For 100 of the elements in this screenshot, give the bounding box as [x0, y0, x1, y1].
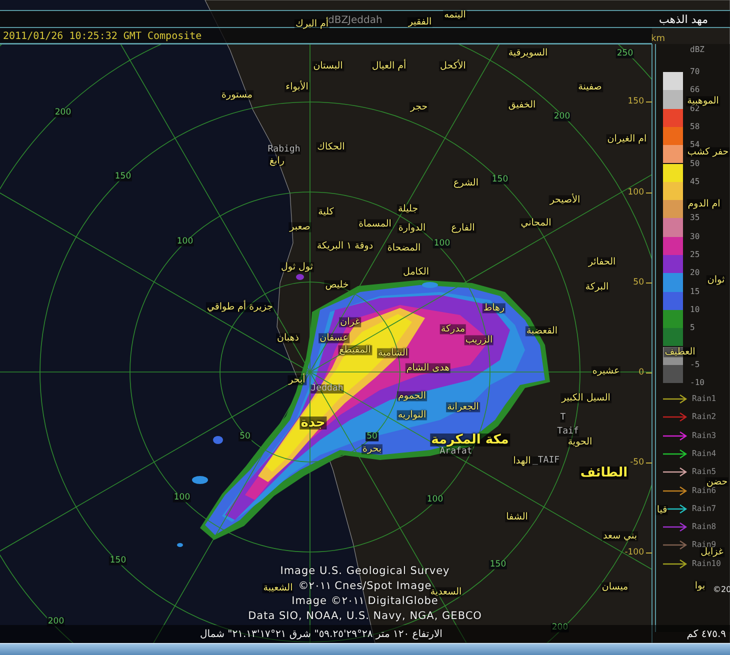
place-label: الدوارة	[397, 223, 427, 233]
place-label: بحرة	[362, 444, 382, 454]
range-label: 50	[238, 432, 252, 442]
place-label: الموهبية	[686, 96, 720, 106]
place-label: المسماة	[358, 219, 392, 229]
place-label: جليلة	[396, 204, 420, 214]
axis-tick-label: 150	[628, 96, 644, 108]
eye-altitude-text: ٤٧٥.٩ كم	[686, 628, 726, 642]
legend-tick-label: 15	[690, 286, 700, 298]
range-label: 150	[488, 560, 508, 570]
attribution-text: Data SIO, NOAA, U.S. Navy, NGA, GEBCO	[248, 609, 482, 623]
radar-name: dBZJeddah	[328, 14, 382, 28]
range-label: 150	[108, 556, 128, 566]
place-label: البركة	[584, 282, 610, 292]
place-label: صفينة	[577, 82, 603, 92]
legend-tick-label: -5	[690, 358, 700, 371]
place-label: ثول ثول	[280, 262, 314, 272]
legend-tick-label: 62	[690, 104, 700, 115]
place-label: ذهبان	[276, 333, 300, 343]
track-label: Rain3	[692, 432, 716, 440]
place-label: الفقير	[407, 17, 433, 27]
place-label: الأبواء	[284, 82, 310, 92]
place-label: الجموم	[397, 391, 427, 401]
attribution-text: Image ©٢٠١١ DigitalGlobe	[292, 595, 438, 608]
legend-tick-label: -10	[690, 377, 704, 390]
axis-tick-label: -100	[624, 546, 644, 560]
range-label: 100	[426, 495, 444, 505]
track-label: Rain2	[692, 413, 716, 422]
axis-tick-label: 50	[633, 276, 644, 290]
range-label: 100	[172, 493, 192, 503]
place-label: غزايل	[700, 547, 724, 557]
range-label: 100	[176, 237, 194, 247]
range-label: 200	[46, 617, 66, 627]
place-label: قيا	[656, 505, 668, 515]
place-label: عسفان	[318, 333, 350, 343]
place-label: غران	[339, 317, 361, 327]
legend-tick-label: 45	[690, 176, 700, 188]
place-label: الحكاك	[316, 142, 346, 152]
track-label: Rain7	[692, 504, 716, 513]
legend-tick-label: 66	[690, 84, 700, 96]
place-label: الزريب	[464, 335, 494, 345]
legend-tick-label: 70	[690, 66, 700, 78]
place-label: الشرع	[452, 178, 480, 188]
range-label: 200	[552, 112, 572, 122]
track-label: Rain10	[692, 560, 721, 568]
place-label: السويرقية	[507, 48, 549, 58]
city-label: جدة	[300, 416, 326, 430]
place-label: مدركة	[440, 324, 466, 334]
place-label: صعبر	[288, 222, 312, 232]
city-label: الطائف	[579, 466, 629, 480]
place-label: القعضبة	[525, 326, 559, 336]
place-label: الجعرانة	[446, 402, 480, 412]
place-label: رهاط	[482, 303, 506, 313]
place-label: ثوان	[706, 275, 726, 285]
track-label: Rain8	[692, 523, 716, 532]
legend-tick-label: 5	[690, 322, 695, 334]
place-label: السيل الكبير	[560, 393, 612, 403]
range-label: 150	[114, 172, 132, 182]
place-label: ام الدوم	[686, 199, 722, 209]
city-label: مكة المكرمة	[430, 434, 510, 446]
legend-tick-label: 30	[690, 230, 700, 243]
place-label: عشيره	[591, 366, 621, 376]
place-label: الشفا	[505, 512, 529, 522]
place-label: خليص	[324, 280, 350, 290]
axis-tick-label: -50	[630, 456, 644, 470]
range-label: 250	[616, 49, 634, 59]
legend-tick-label: 10	[690, 304, 700, 316]
range-label: 200	[550, 623, 570, 633]
place-label: النواريه	[396, 410, 428, 420]
place-label: جزيرة أم طواقي	[206, 302, 274, 312]
place-label: هدى الشام	[405, 363, 451, 373]
place-label: أم العيال	[370, 61, 408, 71]
place-label: الحوية	[566, 437, 594, 447]
place-label: الأصيحر	[548, 195, 582, 205]
place-label: بوا	[694, 581, 706, 591]
place-label: حجر	[409, 102, 429, 112]
map-label: Arafat	[440, 448, 472, 456]
legend-tick-label: 20	[690, 267, 700, 280]
legend-tick-label: 35	[690, 212, 700, 224]
place-label: حفر كشب	[686, 147, 730, 157]
range-label: 50	[366, 432, 378, 442]
range-label: 100	[432, 239, 452, 249]
place-label: الهدا	[512, 456, 532, 466]
place-label: العطيف	[664, 347, 696, 357]
legend-tick-label: 50	[690, 158, 700, 170]
place-label: الأكحل	[439, 61, 467, 71]
legend-tick-label: 54	[690, 139, 700, 150]
track-label: Rain5	[692, 468, 716, 476]
attribution-text: ©٢٠١١ Cnes/Spot Image	[298, 579, 432, 592]
axis-unit: km	[651, 33, 665, 46]
place-label: دوقة ١ البريكة	[316, 241, 374, 251]
place-label: ام الغيران	[606, 134, 648, 144]
place-label: اليتمه	[443, 10, 467, 20]
map-label: T	[560, 414, 566, 422]
legend-tick-label: 58	[690, 120, 700, 133]
range-label: 150	[490, 175, 510, 185]
timestamp: 2011/01/26 10:25:32 GMT Composite	[3, 30, 202, 44]
place-label: حضن	[705, 476, 729, 486]
place-label: الفارع	[450, 223, 476, 233]
attribution-text: Image U.S. Geological Survey	[280, 564, 450, 578]
